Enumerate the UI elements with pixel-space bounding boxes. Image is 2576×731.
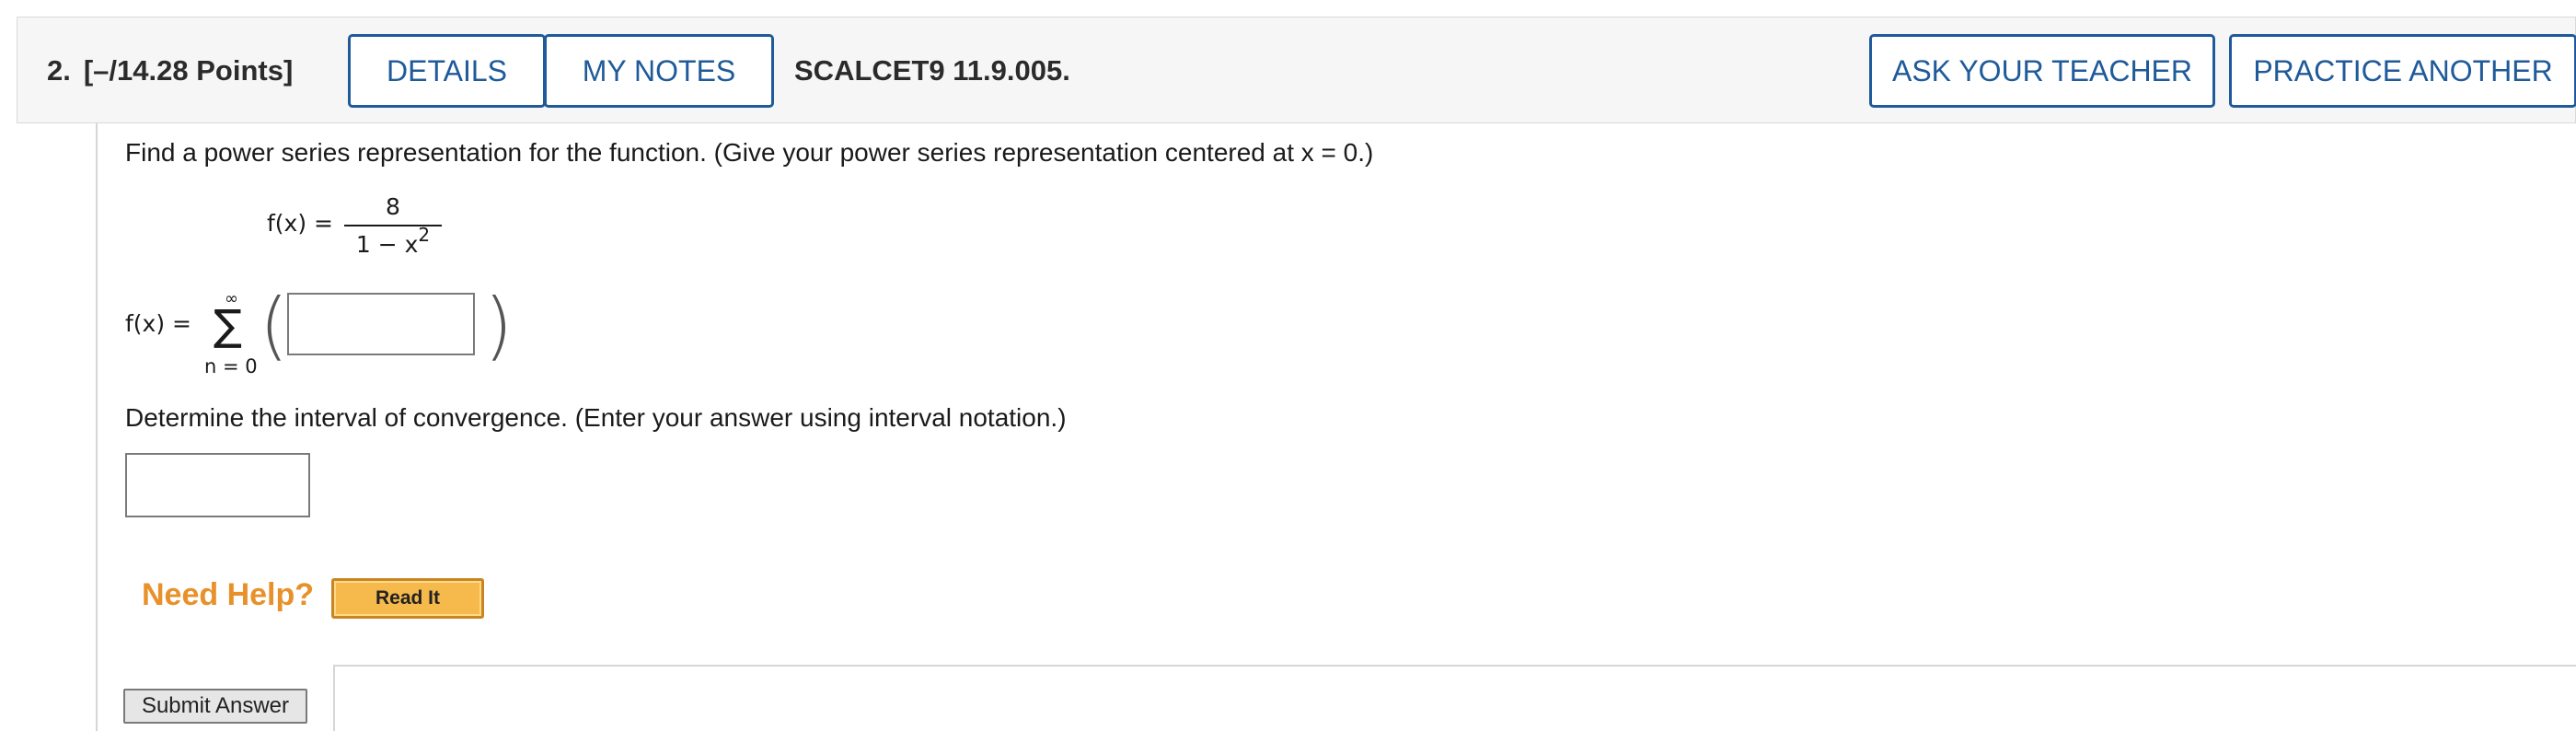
sigma-lower-limit: n = 0 [204,355,258,377]
question-code: SCALCET9 11.9.005. [794,54,1070,87]
details-button[interactable]: DETAILS [348,34,546,108]
interval-input[interactable] [125,453,310,517]
denominator-exponent: 2 [418,224,431,246]
power-series-instructions: Find a power series representation for t… [125,138,1374,167]
function-fraction: 8 1 − x2 [344,191,442,261]
submit-answer-button[interactable]: Submit Answer [123,689,307,724]
question-title: 2. [–/14.28 Points] [47,17,293,124]
function-lhs: f(x) = [267,210,333,237]
question-body-rule [96,123,98,731]
function-lhs-text: f(x) = [267,210,333,237]
denominator-base: 1 − x [355,231,419,258]
sigma-icon: ∑ [214,300,242,350]
question-header: 2. [–/14.28 Points] DETAILS MY NOTES SCA… [17,17,2576,123]
my-notes-button[interactable]: MY NOTES [544,34,774,108]
answer-submission-area [333,665,2576,731]
series-lhs: f(x) = [125,310,191,337]
function-denominator: 1 − x2 [344,224,442,261]
left-paren: ( [260,283,289,368]
interval-instructions: Determine the interval of convergence. (… [125,403,1067,432]
practice-another-button[interactable]: PRACTICE ANOTHER [2229,34,2576,108]
right-paren: ) [484,283,514,368]
function-numerator: 8 [386,193,400,220]
page: 2. [–/14.28 Points] DETAILS MY NOTES SCA… [0,0,2576,731]
read-it-button[interactable]: Read It [331,578,484,619]
ask-your-teacher-button[interactable]: ASK YOUR TEACHER [1869,34,2215,108]
series-term-input[interactable] [287,293,475,355]
need-help-label: Need Help? [142,577,315,612]
question-number: 2. [47,54,71,87]
question-points: [–/14.28 Points] [83,54,294,87]
